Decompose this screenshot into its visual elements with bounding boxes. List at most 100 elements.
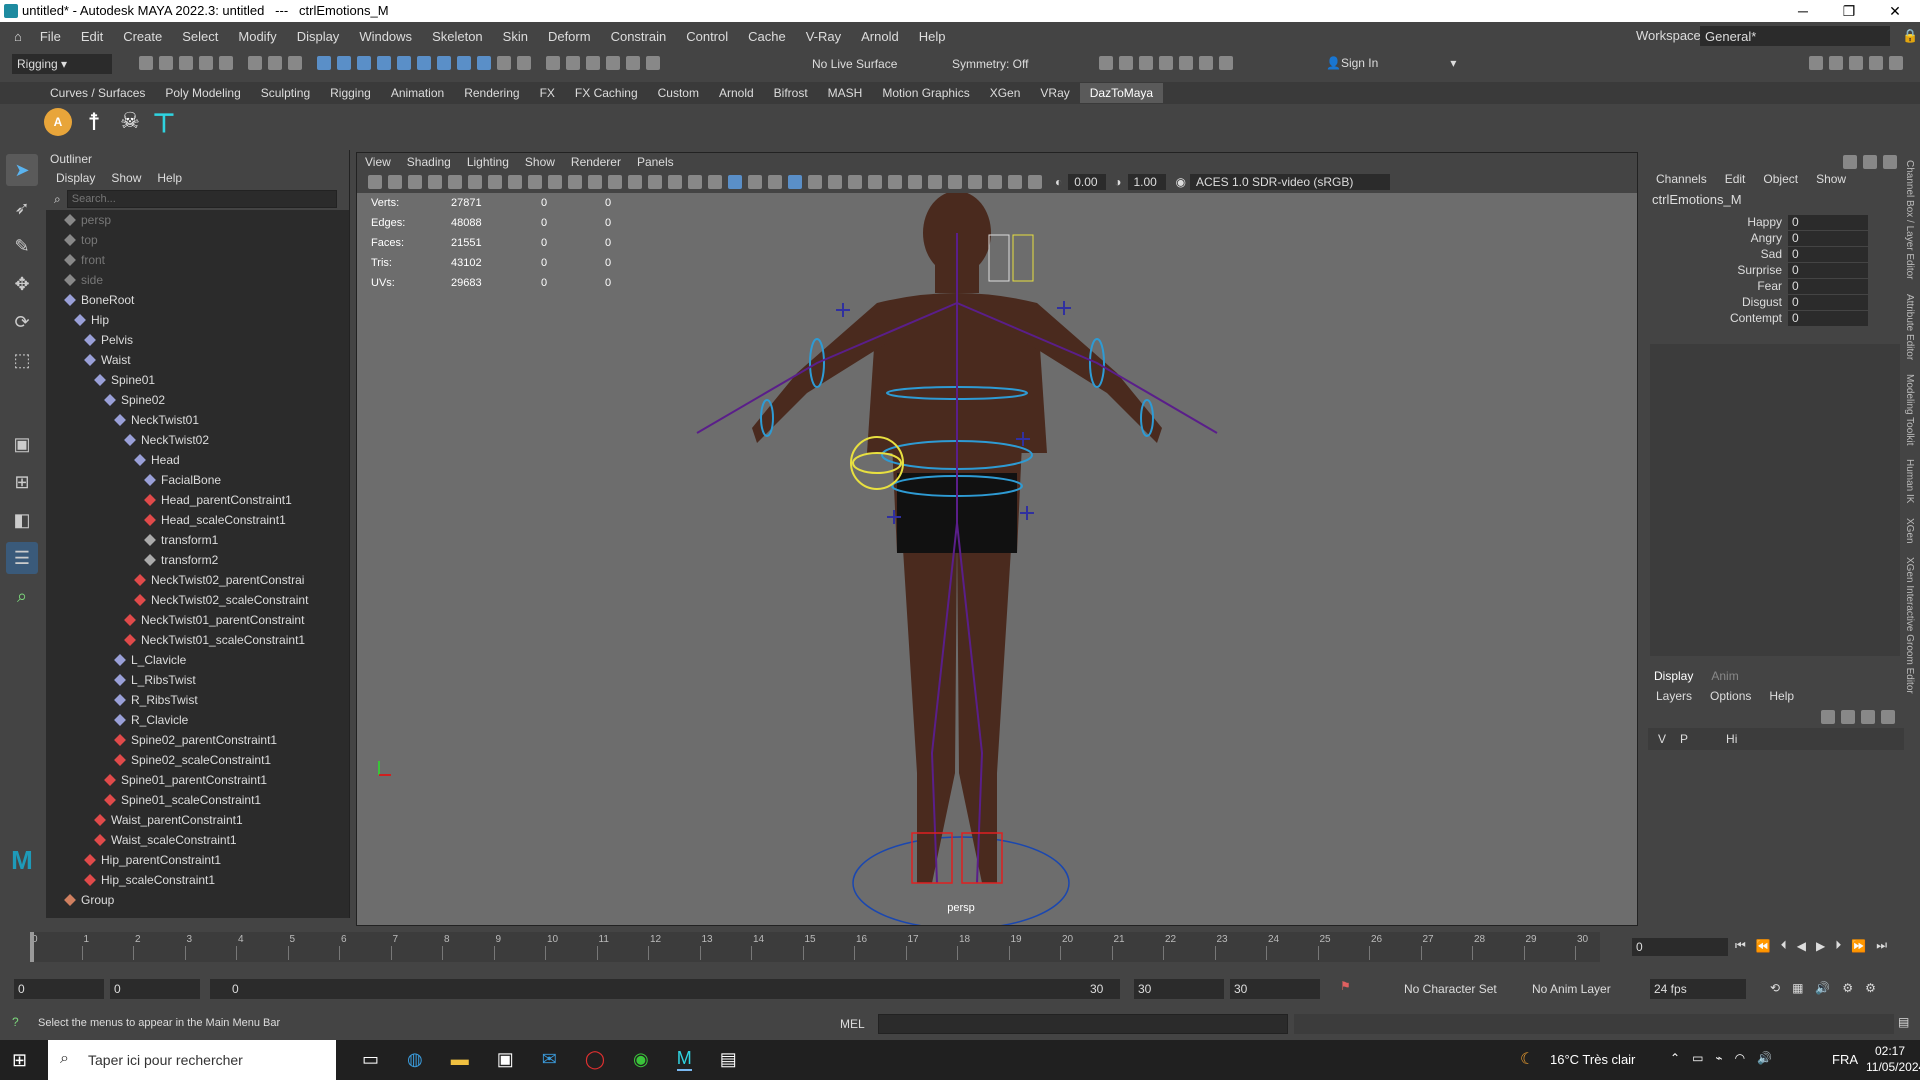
viewport-tool-icon[interactable] — [528, 175, 542, 189]
shelf-tab-custom[interactable]: Custom — [648, 83, 709, 103]
menu-windows[interactable]: Windows — [359, 29, 412, 44]
layer-tab-display[interactable]: Display — [1654, 669, 1693, 683]
current-frame-field[interactable]: 0 — [1632, 938, 1728, 956]
tray-network-icon[interactable]: ▭ — [1692, 1051, 1703, 1065]
outliner-item[interactable]: Spine01_scaleConstraint1 — [46, 790, 349, 810]
scale-tool-icon[interactable]: ⬚ — [6, 344, 38, 376]
side-tab-attribute-editor[interactable]: Attribute Editor — [1904, 294, 1915, 360]
outliner-item[interactable]: Pelvis — [46, 330, 349, 350]
viewport-tool-icon[interactable] — [1028, 175, 1042, 189]
render-settings-icon[interactable] — [606, 56, 620, 70]
select-object-icon[interactable] — [268, 56, 282, 70]
side-tab-modeling-toolkit[interactable]: Modeling Toolkit — [1904, 374, 1915, 446]
channel-value[interactable]: 0 — [1788, 262, 1868, 278]
outliner-item[interactable]: R_Clavicle — [46, 710, 349, 730]
maximize-button[interactable]: ❐ — [1826, 0, 1872, 22]
outliner-item[interactable]: NeckTwist02_scaleConstraint — [46, 590, 349, 610]
open-scene-icon[interactable] — [159, 56, 173, 70]
menu-skeleton[interactable]: Skeleton — [432, 29, 483, 44]
color-mgmt-icon[interactable]: ◉ — [1176, 175, 1186, 189]
tray-chevron-icon[interactable]: ⌃ — [1670, 1051, 1680, 1065]
go-to-start-icon[interactable]: ⏮ — [1735, 938, 1746, 953]
channel-row-sad[interactable]: Sad 0 — [1648, 246, 1904, 262]
layer-menu-help[interactable]: Help — [1769, 689, 1794, 703]
snap-surface-icon[interactable] — [397, 56, 411, 70]
outliner-item[interactable]: Waist — [46, 350, 349, 370]
step-forward-key-icon[interactable]: ⏩ — [1851, 939, 1866, 953]
viewport-tool-icon[interactable] — [828, 175, 842, 189]
store-icon[interactable]: ▣ — [497, 1049, 514, 1070]
outliner-item[interactable]: R_RibsTwist — [46, 690, 349, 710]
viewport-menu-renderer[interactable]: Renderer — [571, 155, 621, 169]
viewport-tool-icon[interactable] — [988, 175, 1002, 189]
single-perspective-icon[interactable]: ▣ — [6, 428, 38, 460]
channel-row-surprise[interactable]: Surprise 0 — [1648, 262, 1904, 278]
edge-icon[interactable]: ◍ — [407, 1049, 423, 1070]
viewport-tool-icon[interactable] — [908, 175, 922, 189]
outliner-search-input[interactable] — [66, 190, 337, 208]
timeline-ticks[interactable]: 0 1 2 3 4 5 6 7 8 9 10 11 12 13 14 15 16 17 18 19 20 21 22 23 24… — [30, 932, 1600, 962]
auto-key-icon[interactable]: ⚑ — [1340, 979, 1351, 993]
step-forward-frame-icon[interactable]: ⏵ — [1835, 938, 1841, 953]
ipr-icon[interactable] — [586, 56, 600, 70]
file-explorer-icon[interactable]: ▬ — [451, 1049, 469, 1070]
persp-outliner-icon[interactable]: ◧ — [6, 504, 38, 536]
channel-row-contempt[interactable]: Contempt 0 — [1648, 310, 1904, 326]
render-icon[interactable] — [566, 56, 580, 70]
outliner-item[interactable]: NeckTwist01_scaleConstraint1 — [46, 630, 349, 650]
outliner-item[interactable]: L_RibsTwist — [46, 670, 349, 690]
viewport-tool-icon[interactable] — [728, 175, 742, 189]
wifi-icon[interactable]: ◠ — [1735, 1051, 1745, 1065]
outliner-item[interactable]: NeckTwist01_parentConstraint — [46, 610, 349, 630]
render-frame-icon[interactable] — [1099, 56, 1113, 70]
viewport-tool-icon[interactable] — [568, 175, 582, 189]
home-icon[interactable]: ⌂ — [14, 29, 22, 44]
layer-menu-layers[interactable]: Layers — [1656, 689, 1692, 703]
outliner-item[interactable]: Hip_scaleConstraint1 — [46, 870, 349, 890]
paint-select-icon[interactable]: ✎ — [6, 230, 38, 262]
viewport-tool-icon[interactable] — [888, 175, 902, 189]
channel-row-happy[interactable]: Happy 0 — [1648, 214, 1904, 230]
menu-edit[interactable]: Edit — [81, 29, 103, 44]
rotate-tool-icon[interactable]: ⟳ — [6, 306, 38, 338]
language-indicator[interactable]: FRA — [1832, 1052, 1858, 1067]
playback-prefs-icon[interactable]: ⚙ — [1865, 981, 1876, 995]
history-icon[interactable] — [517, 56, 531, 70]
clock[interactable]: 02:17 11/05/2024 — [1866, 1043, 1920, 1075]
menu-display[interactable]: Display — [297, 29, 340, 44]
menu-cache[interactable]: Cache — [748, 29, 786, 44]
menu-deform[interactable]: Deform — [548, 29, 591, 44]
outliner-item[interactable]: Spine02 — [46, 390, 349, 410]
color-space-dropdown[interactable]: ACES 1.0 SDR-video (sRGB) — [1189, 174, 1390, 190]
viewport-tool-icon[interactable] — [448, 175, 462, 189]
task-view-icon[interactable]: ▭ — [362, 1049, 379, 1070]
hypershade-icon[interactable] — [626, 56, 640, 70]
viewport-tool-icon[interactable] — [588, 175, 602, 189]
menu-file[interactable]: File — [40, 29, 61, 44]
render-pause-icon[interactable] — [1219, 56, 1233, 70]
channel-value[interactable]: 0 — [1788, 230, 1868, 246]
menu-v-ray[interactable]: V-Ray — [806, 29, 841, 44]
channel-value[interactable]: 0 — [1788, 214, 1868, 230]
anim-start-field[interactable]: 0 — [110, 979, 200, 999]
anim-layer-dropdown[interactable]: No Anim Layer — [1532, 982, 1611, 996]
layer-tab-anim[interactable]: Anim — [1711, 669, 1738, 683]
modeling-toolkit-icon[interactable] — [1809, 56, 1823, 70]
cb-object-name[interactable]: ctrlEmotions_M — [1648, 192, 1904, 214]
viewport-tool-icon[interactable] — [1008, 175, 1022, 189]
menu-create[interactable]: Create — [123, 29, 162, 44]
layer-new-selected-icon[interactable] — [1881, 710, 1895, 724]
channel-value[interactable]: 0 — [1788, 294, 1868, 310]
command-input[interactable] — [878, 1014, 1288, 1034]
outliner-item[interactable]: Spine02_scaleConstraint1 — [46, 750, 349, 770]
viewport-tool-icon[interactable] — [508, 175, 522, 189]
snap-curve-icon[interactable] — [337, 56, 351, 70]
viewport-tool-icon[interactable] — [768, 175, 782, 189]
viewport-tool-icon[interactable] — [928, 175, 942, 189]
viewport-tool-icon[interactable] — [788, 175, 802, 189]
outliner-item[interactable]: Head_scaleConstraint1 — [46, 510, 349, 530]
layer-new-icon[interactable] — [1861, 710, 1875, 724]
outliner-item[interactable]: Spine01 — [46, 370, 349, 390]
end-frame-field[interactable]: 30 — [1134, 979, 1224, 999]
script-editor-icon[interactable]: ▤ — [1898, 1015, 1909, 1029]
